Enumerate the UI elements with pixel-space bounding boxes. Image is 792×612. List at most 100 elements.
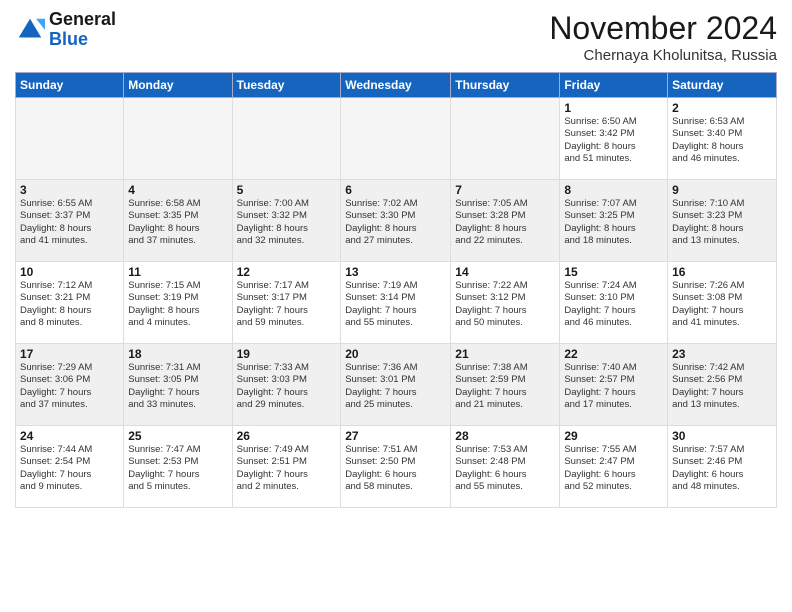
week-row-2: 3Sunrise: 6:55 AM Sunset: 3:37 PM Daylig…	[16, 180, 777, 262]
col-wednesday: Wednesday	[341, 73, 451, 98]
day-info: Sunrise: 7:44 AM Sunset: 2:54 PM Dayligh…	[20, 444, 119, 493]
day-info: Sunrise: 7:19 AM Sunset: 3:14 PM Dayligh…	[345, 280, 446, 329]
day-number: 24	[20, 429, 119, 443]
day-number: 10	[20, 265, 119, 279]
day-number: 29	[564, 429, 663, 443]
calendar-header-row: Sunday Monday Tuesday Wednesday Thursday…	[16, 73, 777, 98]
day-number: 8	[564, 183, 663, 197]
day-info: Sunrise: 7:05 AM Sunset: 3:28 PM Dayligh…	[455, 198, 555, 247]
day-cell: 9Sunrise: 7:10 AM Sunset: 3:23 PM Daylig…	[668, 180, 777, 262]
day-cell: 10Sunrise: 7:12 AM Sunset: 3:21 PM Dayli…	[16, 262, 124, 344]
day-info: Sunrise: 7:36 AM Sunset: 3:01 PM Dayligh…	[345, 362, 446, 411]
day-cell: 11Sunrise: 7:15 AM Sunset: 3:19 PM Dayli…	[124, 262, 232, 344]
day-info: Sunrise: 6:53 AM Sunset: 3:40 PM Dayligh…	[672, 116, 772, 165]
day-info: Sunrise: 7:49 AM Sunset: 2:51 PM Dayligh…	[237, 444, 337, 493]
day-info: Sunrise: 7:47 AM Sunset: 2:53 PM Dayligh…	[128, 444, 227, 493]
day-info: Sunrise: 7:51 AM Sunset: 2:50 PM Dayligh…	[345, 444, 446, 493]
location: Chernaya Kholunitsa, Russia	[549, 47, 777, 64]
week-row-1: 1Sunrise: 6:50 AM Sunset: 3:42 PM Daylig…	[16, 98, 777, 180]
day-info: Sunrise: 7:15 AM Sunset: 3:19 PM Dayligh…	[128, 280, 227, 329]
title-block: November 2024 Chernaya Kholunitsa, Russi…	[549, 10, 777, 64]
day-info: Sunrise: 7:12 AM Sunset: 3:21 PM Dayligh…	[20, 280, 119, 329]
day-number: 23	[672, 347, 772, 361]
day-info: Sunrise: 7:26 AM Sunset: 3:08 PM Dayligh…	[672, 280, 772, 329]
day-cell: 4Sunrise: 6:58 AM Sunset: 3:35 PM Daylig…	[124, 180, 232, 262]
day-number: 18	[128, 347, 227, 361]
day-number: 15	[564, 265, 663, 279]
day-number: 11	[128, 265, 227, 279]
logo-text: General Blue	[49, 10, 116, 50]
day-info: Sunrise: 7:02 AM Sunset: 3:30 PM Dayligh…	[345, 198, 446, 247]
day-number: 26	[237, 429, 337, 443]
day-info: Sunrise: 7:22 AM Sunset: 3:12 PM Dayligh…	[455, 280, 555, 329]
day-info: Sunrise: 7:07 AM Sunset: 3:25 PM Dayligh…	[564, 198, 663, 247]
day-cell	[16, 98, 124, 180]
day-number: 27	[345, 429, 446, 443]
day-cell: 22Sunrise: 7:40 AM Sunset: 2:57 PM Dayli…	[560, 344, 668, 426]
day-number: 9	[672, 183, 772, 197]
week-row-5: 24Sunrise: 7:44 AM Sunset: 2:54 PM Dayli…	[16, 426, 777, 508]
day-number: 7	[455, 183, 555, 197]
day-cell: 6Sunrise: 7:02 AM Sunset: 3:30 PM Daylig…	[341, 180, 451, 262]
day-info: Sunrise: 6:55 AM Sunset: 3:37 PM Dayligh…	[20, 198, 119, 247]
day-info: Sunrise: 7:10 AM Sunset: 3:23 PM Dayligh…	[672, 198, 772, 247]
day-cell: 23Sunrise: 7:42 AM Sunset: 2:56 PM Dayli…	[668, 344, 777, 426]
day-cell: 27Sunrise: 7:51 AM Sunset: 2:50 PM Dayli…	[341, 426, 451, 508]
day-number: 20	[345, 347, 446, 361]
day-cell: 24Sunrise: 7:44 AM Sunset: 2:54 PM Dayli…	[16, 426, 124, 508]
day-cell: 1Sunrise: 6:50 AM Sunset: 3:42 PM Daylig…	[560, 98, 668, 180]
day-cell: 19Sunrise: 7:33 AM Sunset: 3:03 PM Dayli…	[232, 344, 341, 426]
day-cell: 21Sunrise: 7:38 AM Sunset: 2:59 PM Dayli…	[451, 344, 560, 426]
day-info: Sunrise: 7:40 AM Sunset: 2:57 PM Dayligh…	[564, 362, 663, 411]
day-cell: 13Sunrise: 7:19 AM Sunset: 3:14 PM Dayli…	[341, 262, 451, 344]
day-number: 21	[455, 347, 555, 361]
day-number: 5	[237, 183, 337, 197]
day-number: 30	[672, 429, 772, 443]
col-thursday: Thursday	[451, 73, 560, 98]
logo: General Blue	[15, 10, 116, 50]
day-number: 4	[128, 183, 227, 197]
day-number: 2	[672, 101, 772, 115]
day-number: 1	[564, 101, 663, 115]
day-info: Sunrise: 7:00 AM Sunset: 3:32 PM Dayligh…	[237, 198, 337, 247]
day-cell: 26Sunrise: 7:49 AM Sunset: 2:51 PM Dayli…	[232, 426, 341, 508]
calendar: Sunday Monday Tuesday Wednesday Thursday…	[15, 72, 777, 508]
col-friday: Friday	[560, 73, 668, 98]
day-cell: 5Sunrise: 7:00 AM Sunset: 3:32 PM Daylig…	[232, 180, 341, 262]
day-cell: 3Sunrise: 6:55 AM Sunset: 3:37 PM Daylig…	[16, 180, 124, 262]
day-number: 14	[455, 265, 555, 279]
day-number: 3	[20, 183, 119, 197]
day-number: 28	[455, 429, 555, 443]
week-row-4: 17Sunrise: 7:29 AM Sunset: 3:06 PM Dayli…	[16, 344, 777, 426]
day-number: 19	[237, 347, 337, 361]
day-number: 17	[20, 347, 119, 361]
day-info: Sunrise: 7:42 AM Sunset: 2:56 PM Dayligh…	[672, 362, 772, 411]
day-cell	[124, 98, 232, 180]
day-info: Sunrise: 6:50 AM Sunset: 3:42 PM Dayligh…	[564, 116, 663, 165]
logo-general: General	[49, 10, 116, 30]
day-number: 6	[345, 183, 446, 197]
header: General Blue November 2024 Chernaya Khol…	[15, 10, 777, 64]
day-info: Sunrise: 7:53 AM Sunset: 2:48 PM Dayligh…	[455, 444, 555, 493]
day-cell: 14Sunrise: 7:22 AM Sunset: 3:12 PM Dayli…	[451, 262, 560, 344]
day-number: 22	[564, 347, 663, 361]
logo-blue: Blue	[49, 30, 116, 50]
day-cell: 16Sunrise: 7:26 AM Sunset: 3:08 PM Dayli…	[668, 262, 777, 344]
day-info: Sunrise: 7:57 AM Sunset: 2:46 PM Dayligh…	[672, 444, 772, 493]
day-number: 13	[345, 265, 446, 279]
col-tuesday: Tuesday	[232, 73, 341, 98]
logo-icon	[15, 15, 45, 45]
day-cell: 2Sunrise: 6:53 AM Sunset: 3:40 PM Daylig…	[668, 98, 777, 180]
day-info: Sunrise: 7:38 AM Sunset: 2:59 PM Dayligh…	[455, 362, 555, 411]
page-container: General Blue November 2024 Chernaya Khol…	[0, 0, 792, 612]
day-number: 12	[237, 265, 337, 279]
day-cell	[341, 98, 451, 180]
week-row-3: 10Sunrise: 7:12 AM Sunset: 3:21 PM Dayli…	[16, 262, 777, 344]
day-cell: 20Sunrise: 7:36 AM Sunset: 3:01 PM Dayli…	[341, 344, 451, 426]
col-sunday: Sunday	[16, 73, 124, 98]
day-cell: 12Sunrise: 7:17 AM Sunset: 3:17 PM Dayli…	[232, 262, 341, 344]
day-info: Sunrise: 7:31 AM Sunset: 3:05 PM Dayligh…	[128, 362, 227, 411]
day-cell: 29Sunrise: 7:55 AM Sunset: 2:47 PM Dayli…	[560, 426, 668, 508]
day-cell	[232, 98, 341, 180]
day-info: Sunrise: 7:55 AM Sunset: 2:47 PM Dayligh…	[564, 444, 663, 493]
